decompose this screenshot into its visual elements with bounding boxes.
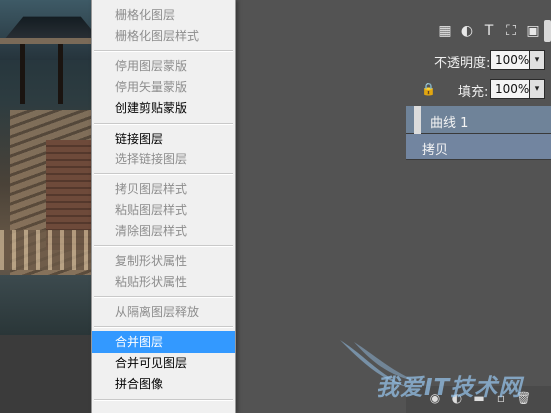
menu-item-merge-visible[interactable]: 合并可见图层: [92, 352, 235, 374]
menu-item-paste-shape-attributes[interactable]: 粘贴形状属性: [92, 271, 235, 293]
opacity-row: 不透明度: 100% ▾: [236, 49, 551, 73]
menu-item-copy-layer-style[interactable]: 拷贝图层样式: [92, 178, 235, 200]
filter-toggle-icon[interactable]: [544, 20, 551, 42]
menu-item-clear-layer-style[interactable]: 清除图层样式: [92, 220, 235, 242]
layer-filter-bar: ▦ ◐ T ⛶ ▣: [236, 20, 551, 46]
menu-separator: [94, 399, 233, 401]
layers-panel: ▦ ◐ T ⛶ ▣ 不透明度: 100% ▾ 🔒 填充: 100% ▾ 曲线 1…: [236, 0, 551, 413]
layer-context-menu: 栅格化图层 栅格化图层样式 停用图层蒙版 停用矢量蒙版 创建剪贴蒙版 链接图层 …: [91, 0, 236, 413]
menu-item-disable-layer-mask[interactable]: 停用图层蒙版: [92, 55, 235, 77]
smart-object-filter-icon[interactable]: ▣: [524, 20, 542, 42]
opacity-dropdown-icon[interactable]: ▾: [529, 50, 545, 70]
menu-separator: [94, 173, 233, 175]
lock-icon[interactable]: 🔒: [421, 82, 436, 96]
menu-item-link-layers[interactable]: 链接图层: [92, 128, 235, 150]
fill-input[interactable]: 100%: [490, 79, 530, 99]
canvas-pillar: [20, 44, 25, 104]
menu-item-merge-layers[interactable]: 合并图层: [92, 331, 235, 353]
menu-item-release-from-isolation[interactable]: 从隔离图层释放: [92, 301, 235, 323]
menu-separator: [94, 296, 233, 298]
menu-separator: [94, 123, 233, 125]
watermark-text: 我爱IT技术网: [376, 375, 523, 401]
menu-separator: [94, 326, 233, 328]
fill-row: 🔒 填充: 100% ▾: [236, 78, 551, 102]
fill-label: 填充:: [458, 85, 489, 100]
watermark: 我爱IT技术网: [340, 340, 551, 410]
menu-item-copy-shape-attributes[interactable]: 复制形状属性: [92, 250, 235, 272]
adjustment-filter-icon[interactable]: ◐: [458, 20, 476, 42]
fill-dropdown-icon[interactable]: ▾: [529, 79, 545, 99]
opacity-input[interactable]: 100%: [490, 50, 530, 70]
layer-name: 拷贝: [422, 143, 449, 158]
opacity-label: 不透明度:: [434, 56, 491, 71]
canvas-pillar: [58, 44, 63, 104]
menu-item-flatten-image[interactable]: 拼合图像: [92, 373, 235, 395]
menu-item-rasterize-layer[interactable]: 栅格化图层: [92, 4, 235, 26]
type-filter-icon[interactable]: T: [480, 20, 498, 42]
layer-name: 曲线 1: [430, 116, 469, 131]
menu-separator: [94, 245, 233, 247]
layer-row-curves[interactable]: 曲线 1: [406, 106, 551, 134]
menu-item-rasterize-layer-style[interactable]: 栅格化图层样式: [92, 25, 235, 47]
shape-filter-icon[interactable]: ⛶: [502, 20, 520, 42]
menu-item-disable-vector-mask[interactable]: 停用矢量蒙版: [92, 76, 235, 98]
layer-thumbnail: [414, 106, 421, 134]
menu-separator: [94, 50, 233, 52]
menu-item-create-clipping-mask[interactable]: 创建剪贴蒙版: [92, 97, 235, 119]
menu-item-select-linked-layers[interactable]: 选择链接图层: [92, 148, 235, 170]
layer-row-copy[interactable]: 拷贝: [406, 134, 551, 160]
menu-item-paste-layer-style[interactable]: 粘贴图层样式: [92, 199, 235, 221]
pixel-filter-icon[interactable]: ▦: [436, 20, 454, 42]
